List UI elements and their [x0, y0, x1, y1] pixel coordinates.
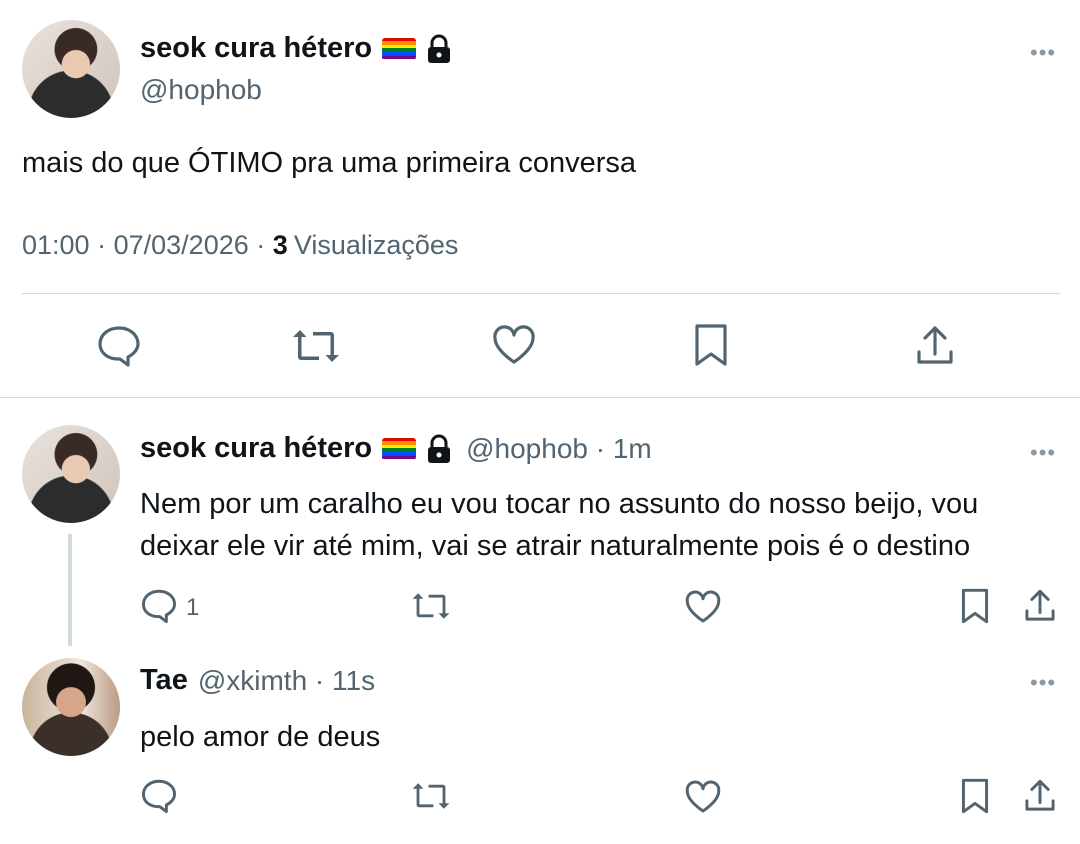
author-row: seok cura hétero	[140, 32, 452, 65]
reply-icon[interactable]	[140, 778, 178, 814]
share-icon[interactable]	[1022, 588, 1058, 624]
tweet-meta: 01:00 · 07/03/2026 · 3 Visualizações	[22, 230, 458, 261]
avatar[interactable]	[22, 658, 120, 756]
tweet-time[interactable]: 01:00	[22, 230, 90, 260]
retweet-icon[interactable]	[290, 326, 342, 366]
more-options-button[interactable]: •••	[1030, 440, 1056, 466]
views-label: Visualizações	[293, 230, 459, 260]
reply-text: pelo amor de deus	[140, 721, 381, 753]
author-row: seok cura hétero @hophob · 1m	[140, 432, 652, 465]
display-name[interactable]: seok cura hétero	[140, 32, 372, 65]
rainbow-flag-icon	[382, 437, 417, 460]
thread-line	[68, 534, 72, 646]
avatar[interactable]	[22, 20, 120, 118]
retweet-icon[interactable]	[410, 780, 452, 812]
bookmark-icon[interactable]	[693, 322, 729, 368]
tweet-date[interactable]: 07/03/2026	[114, 230, 249, 260]
rainbow-flag-icon	[382, 37, 417, 60]
heart-icon[interactable]	[684, 780, 722, 814]
reply-text-line: Nem por um caralho eu vou tocar no assun…	[140, 488, 979, 520]
avatar[interactable]	[22, 425, 120, 523]
more-options-button[interactable]: •••	[1030, 40, 1056, 66]
divider	[22, 293, 1060, 294]
heart-icon[interactable]	[491, 325, 537, 365]
handle[interactable]: @hophob	[140, 74, 262, 106]
display-name[interactable]: seok cura hétero	[140, 432, 372, 465]
reply-text-line: deixar ele vir até mim, vai se atrair na…	[140, 530, 971, 562]
bookmark-icon[interactable]	[960, 777, 990, 815]
reply-count: 1	[186, 594, 200, 621]
author-row: Tae @xkimth · 11s	[140, 664, 375, 697]
lock-icon	[426, 34, 452, 64]
retweet-icon[interactable]	[410, 590, 452, 622]
reply-icon[interactable]	[140, 588, 178, 624]
handle-time[interactable]: @hophob · 1m	[466, 433, 652, 465]
share-icon[interactable]	[1022, 778, 1058, 814]
separator: ·	[256, 230, 266, 260]
heart-icon[interactable]	[684, 590, 722, 624]
tweet-text: mais do que ÓTIMO pra uma primeira conve…	[22, 147, 637, 179]
display-name[interactable]: Tae	[140, 664, 188, 697]
reply-text: Nem por um caralho eu vou tocar no assun…	[140, 483, 978, 567]
views-count: 3	[272, 230, 288, 260]
divider	[0, 397, 1080, 398]
separator: ·	[97, 230, 107, 260]
reply-icon[interactable]	[96, 324, 142, 368]
bookmark-icon[interactable]	[960, 587, 990, 625]
more-options-button[interactable]: •••	[1030, 670, 1056, 696]
share-icon[interactable]	[913, 324, 957, 368]
lock-icon	[426, 434, 452, 464]
handle-time[interactable]: @xkimth · 11s	[198, 665, 375, 697]
